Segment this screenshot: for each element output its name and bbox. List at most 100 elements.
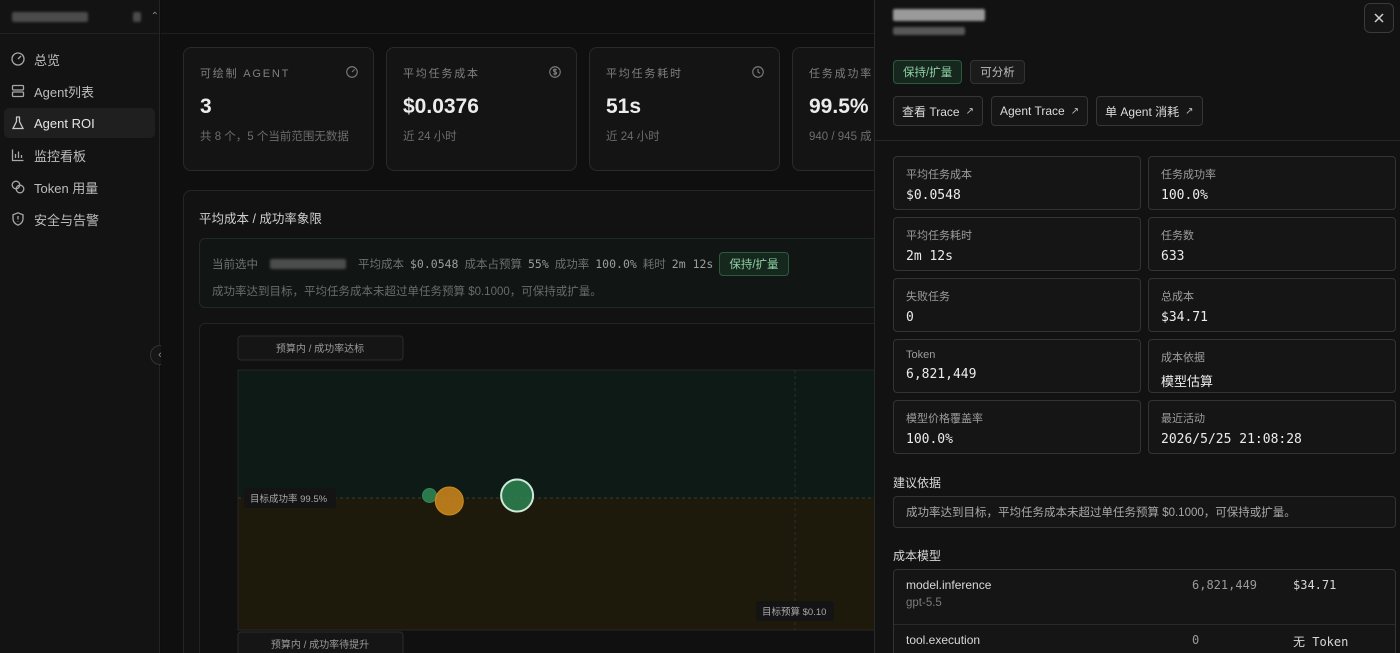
scatter-point-0[interactable] (422, 488, 437, 503)
flask-icon (11, 116, 25, 130)
sidebar: ⌃ 总览 Agent列表 Agent ROI 监控看板 Token 用量 安全与… (0, 0, 160, 653)
metric-label: Token (906, 349, 936, 361)
reason-title: 建议依据 (893, 476, 942, 490)
detail-tags: 保持/扩量 可分析 (893, 60, 1025, 84)
cost-model-title: 成本模型 (893, 549, 942, 563)
status-badge: 保持/扩量 (719, 252, 789, 276)
sidebar-item-label: 总览 (34, 52, 61, 68)
kpi-sub: 近 24 小时 (606, 131, 660, 143)
view-trace-button[interactable]: 查看 Trace ↗ (893, 96, 983, 126)
cost-item-cost: 无 Token (1293, 635, 1349, 649)
metric-value: $34.71 (1161, 310, 1208, 325)
agent-trace-button[interactable]: Agent Trace ↗ (990, 96, 1089, 126)
clock-icon (752, 66, 764, 78)
metric-value: 100.0% (1161, 188, 1208, 203)
kpi-card-avg-duration: 平均任务耗时 51s 近 24 小时 (589, 47, 780, 171)
metric-price-coverage: 模型价格覆盖率 100.0% (893, 400, 1141, 454)
coins-icon (11, 180, 25, 194)
workspace-switcher[interactable]: ⌃ (0, 0, 159, 34)
status-badge: 保持/扩量 (893, 60, 963, 84)
success-zone (238, 370, 900, 498)
kpi-sub: 近 24 小时 (403, 131, 457, 143)
metric-value: 633 (1161, 249, 1185, 264)
sidebar-item-overview[interactable]: 总览 (4, 44, 155, 74)
agent-detail-panel: 保持/扩量 可分析 查看 Trace ↗ Agent Trace ↗ 单 Age… (874, 0, 1400, 653)
metric-avg-cost: 平均任务成本 $0.0548 (893, 156, 1141, 210)
selected-agent-row: 当前选中 平均成本 $0.0548 成本占预算 55% 成功率 100.0% 耗… (212, 252, 789, 276)
kpi-value: 3 (200, 95, 212, 118)
metric-label: 模型价格覆盖率 (906, 413, 983, 425)
metric-label: 总成本 (1161, 291, 1194, 303)
reason-text: 成功率达到目标，平均任务成本未超过单任务预算 $0.1000，可保持或扩量。 (893, 496, 1396, 528)
cost-model-table: model.inference gpt-5.5 6,821,449 $34.71… (893, 569, 1396, 653)
quadrant-bottom-label: 预算内 / 成功率待提升 (271, 638, 369, 651)
target-budget-label: 目标预算 $0.10 (762, 606, 826, 618)
metric-success-rate: 任务成功率 100.0% (1148, 156, 1396, 210)
sidebar-nav: 总览 Agent列表 Agent ROI 监控看板 Token 用量 安全与告警 (0, 34, 159, 246)
arrow-up-right-icon: ↗ (1070, 105, 1080, 117)
close-button[interactable] (1364, 3, 1394, 33)
metric-label: 任务数 (1161, 230, 1194, 242)
scatter-point-1[interactable] (434, 486, 464, 516)
success-value: 100.0% (595, 257, 637, 271)
metric-last-activity: 最近活动 2026/5/25 21:08:28 (1148, 400, 1396, 454)
metric-label: 成本依据 (1161, 352, 1205, 364)
table-row: tool.execution 0 无 Token (894, 625, 1395, 653)
metric-task-count: 任务数 633 (1148, 217, 1396, 271)
metric-label: 任务成功率 (1161, 169, 1216, 181)
link-label: Agent Trace (999, 104, 1065, 118)
link-label: 单 Agent 消耗 (1105, 104, 1180, 119)
agent-name-redacted (893, 9, 985, 35)
duration-value: 2m 12s (671, 257, 714, 271)
sidebar-item-monitor[interactable]: 监控看板 (4, 140, 155, 170)
chevron-updown-icon[interactable]: ⌃ (151, 11, 159, 22)
metric-value: 2m 12s (906, 249, 953, 264)
sidebar-item-label: 监控看板 (34, 148, 87, 164)
sidebar-item-agent-roi[interactable]: Agent ROI (4, 108, 155, 138)
cost-value: $0.0548 (410, 257, 459, 271)
metric-value: 100.0% (906, 432, 953, 447)
cost-item-model: gpt-5.5 (906, 597, 942, 609)
arrow-up-right-icon: ↗ (1185, 105, 1194, 117)
target-success-label: 目标成功率 99.5% (250, 493, 328, 505)
quadrant-top-label: 预算内 / 成功率达标 (276, 342, 364, 355)
cost-label: 平均成本 (358, 259, 404, 271)
quadrant-panel: 平均成本 / 成功率象限 当前选中 平均成本 $0.0548 成本占预算 55%… (183, 190, 903, 653)
gauge-icon (346, 66, 358, 78)
budget-value: 55% (527, 257, 549, 271)
cost-item-tokens: 0 (1192, 633, 1200, 647)
kpi-label: 平均任务成本 (403, 68, 480, 80)
metric-label: 失败任务 (906, 291, 950, 303)
workspace-name-redacted (12, 11, 89, 22)
metric-token: Token 6,821,449 (893, 339, 1141, 393)
cost-item-tokens: 6,821,449 (1192, 578, 1258, 592)
kpi-label: 可绘制 AGENT (200, 68, 291, 80)
close-icon (1374, 13, 1384, 23)
metric-value: 6,821,449 (906, 367, 977, 382)
sidebar-item-label: Token 用量 (34, 180, 99, 196)
metric-avg-duration: 平均任务耗时 2m 12s (893, 217, 1141, 271)
kpi-sub: 共 8 个，5 个当前范围无数据 (200, 131, 349, 143)
sidebar-item-token-usage[interactable]: Token 用量 (4, 172, 155, 202)
kpi-value: 51s (606, 95, 642, 118)
sidebar-item-agents[interactable]: Agent列表 (4, 76, 155, 106)
metric-failed-tasks: 失败任务 0 (893, 278, 1141, 332)
quadrant-chart: 预算内 / 成功率达标 目标成功率 99.5% 目标预算 $0.10 预算内 /… (199, 323, 901, 653)
metric-total-cost: 总成本 $34.71 (1148, 278, 1396, 332)
bar-chart-icon (11, 149, 24, 162)
sidebar-item-security[interactable]: 安全与告警 (4, 204, 155, 234)
arrow-up-right-icon: ↗ (965, 105, 974, 117)
selected-agent-name-redacted (270, 259, 346, 269)
panel-title: 平均成本 / 成功率象限 (199, 212, 322, 226)
kpi-label: 平均任务耗时 (606, 68, 683, 80)
agent-consumption-button[interactable]: 单 Agent 消耗 ↗ (1096, 96, 1203, 126)
table-row: model.inference gpt-5.5 6,821,449 $34.71 (894, 570, 1395, 625)
divider (875, 140, 1400, 141)
scatter-point-2[interactable] (500, 478, 535, 513)
metric-cost-basis: 成本依据 模型估算 (1148, 339, 1396, 393)
agent-subtitle-redacted (893, 27, 965, 35)
sidebar-item-label: Agent列表 (34, 84, 94, 100)
analyzable-badge: 可分析 (970, 60, 1025, 84)
agent-title-redacted (893, 9, 985, 21)
selected-agent-summary: 当前选中 平均成本 $0.0548 成本占预算 55% 成功率 100.0% 耗… (199, 238, 899, 308)
